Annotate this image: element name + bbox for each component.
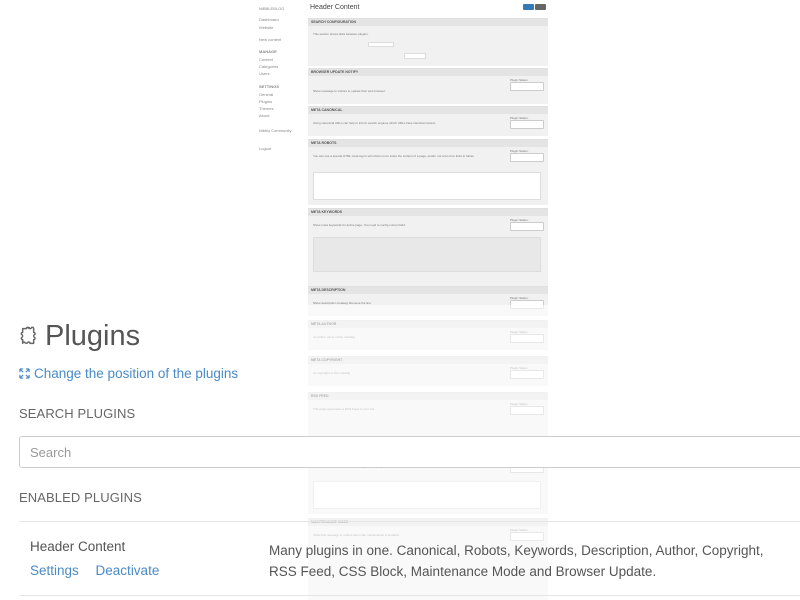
enabled-plugins-heading: ENABLED PLUGINS — [19, 490, 142, 505]
bg-status-select — [510, 82, 544, 91]
bg-status-select — [510, 222, 544, 231]
bg-save-button — [523, 4, 534, 10]
plugin-description: Many plugins in one. Canonical, Robots, … — [269, 543, 764, 579]
plugin-name: Header Content — [30, 539, 126, 554]
bg-textarea — [313, 172, 541, 200]
bg-section: BROWSER UPDATE NOTIFY Show message to vi… — [308, 68, 548, 104]
bg-section-title: SEARCH CONFIGURATION — [308, 19, 548, 26]
bg-section-desc: Show meta keywords for active page. You … — [313, 223, 406, 227]
bg-section-title: META DESCRIPTION — [308, 287, 548, 294]
bg-cancel-button — [535, 4, 546, 10]
search-input[interactable] — [19, 436, 800, 468]
bg-nav-new-content: New content — [259, 37, 282, 42]
bg-nav-about: About — [259, 113, 270, 118]
bg-nav-plugins: Plugins — [259, 99, 273, 104]
plugin-actions: Settings Deactivate — [30, 563, 172, 578]
bg-section-desc: This section shows links between plugins… — [313, 32, 369, 36]
bg-nav-categories: Categories — [259, 64, 279, 69]
bg-nav-community: Nibbly Community — [259, 128, 292, 133]
page-title: Plugins — [45, 320, 141, 352]
bg-nav-content: Content — [259, 57, 274, 62]
search-plugins-heading: SEARCH PLUGINS — [19, 406, 136, 421]
bg-section-desc: You can use a special HTML meta tag to t… — [313, 154, 475, 158]
bg-section-desc: Using canonical URLs can help to inform … — [313, 121, 436, 125]
bg-section: SEARCH CONFIGURATION This section shows … — [308, 18, 548, 66]
bg-code-block — [313, 237, 541, 272]
bg-input — [368, 42, 394, 47]
bg-section: META CANONICAL Using canonical URLs can … — [308, 106, 548, 136]
page-header: Plugins — [19, 318, 140, 354]
bg-input — [404, 53, 426, 59]
bg-nav-website: Website — [259, 25, 274, 30]
bg-nav-dashboard: Dashboard — [259, 17, 279, 22]
bg-brand: NIBBLEBLOG — [259, 6, 285, 11]
bg-page-title: Header Content — [310, 4, 360, 11]
bg-section-desc: Show message to visitors to update their… — [313, 89, 386, 93]
bg-settings-label: SETTINGS — [259, 84, 280, 89]
bg-section: META KEYWORDS Show meta keywords for act… — [308, 208, 548, 288]
bg-nav-logout: Logout — [259, 146, 272, 151]
bg-section-title: META KEYWORDS — [308, 209, 548, 216]
expand-arrows-icon — [19, 368, 30, 379]
bg-nav-general: General — [259, 92, 274, 97]
bg-section: META ROBOTS You can use a special HTML m… — [308, 139, 548, 205]
bg-manage-label: MANAGE — [259, 49, 277, 54]
bg-section-title: META ROBOTS — [308, 140, 548, 147]
plugin-deactivate-link[interactable]: Deactivate — [96, 563, 160, 578]
bg-status-select — [510, 153, 544, 162]
bg-section-title: BROWSER UPDATE NOTIFY — [308, 69, 548, 76]
bg-status-select — [510, 120, 544, 129]
plugin-row: Header Content Settings Deactivate Many … — [19, 521, 800, 596]
bg-section-title: META CANONICAL — [308, 107, 548, 114]
bg-nav-themes: Themes — [259, 106, 274, 111]
change-position-label[interactable]: Change the position of the plugins — [34, 366, 238, 381]
plugin-settings-link[interactable]: Settings — [30, 563, 79, 578]
puzzle-icon — [20, 326, 36, 345]
bg-nav-users: Users — [259, 71, 270, 76]
change-position-link[interactable]: Change the position of the plugins — [19, 366, 238, 381]
